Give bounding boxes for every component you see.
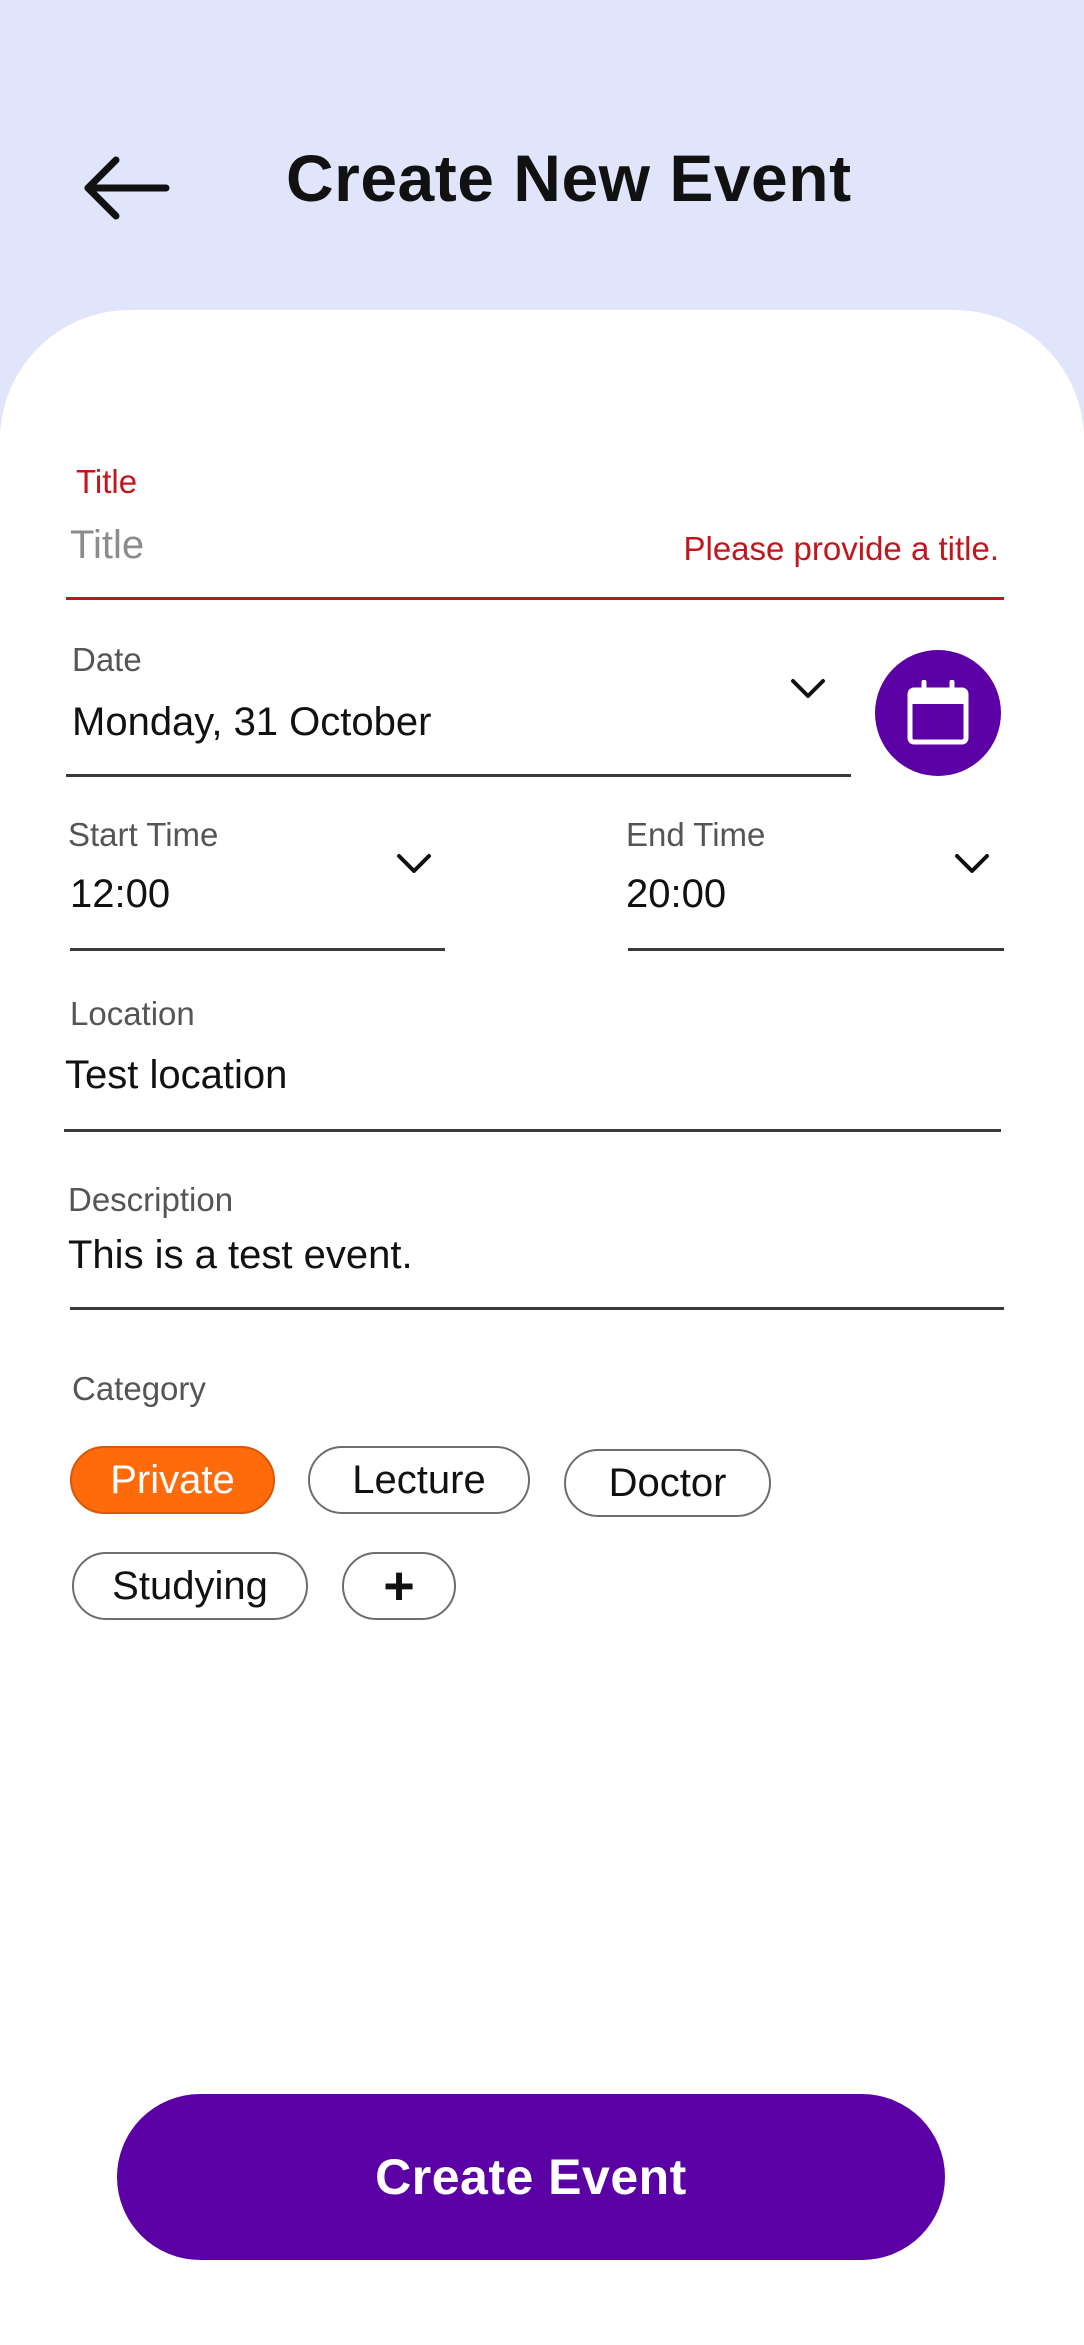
create-event-label: Create Event [375, 2149, 687, 2205]
add-category-button[interactable]: + [342, 1552, 456, 1620]
date-value: Monday, 31 October [72, 700, 432, 744]
category-chip-doctor[interactable]: Doctor [564, 1449, 771, 1517]
create-event-button[interactable]: Create Event [117, 2094, 945, 2260]
end-time-label: End Time [626, 816, 766, 853]
title-label: Title [76, 463, 138, 500]
start-time-underline [70, 948, 445, 951]
description-value: This is a test event. [68, 1233, 413, 1277]
category-chip-studying[interactable]: Studying [72, 1552, 308, 1620]
date-label: Date [72, 641, 142, 678]
category-label: Category [72, 1370, 206, 1407]
date-underline [66, 774, 851, 777]
chevron-down-icon[interactable] [396, 853, 432, 875]
chevron-down-icon[interactable] [790, 678, 826, 700]
title-underline [66, 597, 1004, 600]
category-chip-private[interactable]: Private [70, 1446, 275, 1514]
chip-label: Private [110, 1457, 235, 1502]
chip-label: Studying [112, 1563, 268, 1608]
chip-label: Doctor [608, 1460, 727, 1505]
end-time-value: 20:00 [626, 872, 727, 916]
start-time-value: 12:00 [70, 872, 171, 916]
location-value: Test location [65, 1053, 288, 1097]
description-label: Description [68, 1181, 234, 1218]
end-time-underline [628, 948, 1004, 951]
arrow-left-icon [84, 156, 170, 220]
plus-icon: + [383, 1556, 415, 1616]
calendar-icon [907, 680, 969, 745]
location-label: Location [70, 995, 195, 1032]
chevron-down-icon[interactable] [954, 853, 990, 875]
location-underline [64, 1129, 1001, 1132]
calendar-button[interactable] [875, 650, 1001, 776]
title-input[interactable] [70, 515, 630, 575]
page-title: Create New Event [286, 141, 852, 215]
title-error-message: Please provide a title. [683, 530, 999, 567]
start-time-label: Start Time [68, 816, 219, 853]
category-chip-lecture[interactable]: Lecture [308, 1446, 530, 1514]
description-underline [70, 1307, 1004, 1310]
form-sheet [0, 310, 1084, 2345]
back-button[interactable] [78, 150, 174, 230]
chip-label: Lecture [352, 1457, 486, 1502]
app-header: Create New Event [0, 0, 1084, 320]
